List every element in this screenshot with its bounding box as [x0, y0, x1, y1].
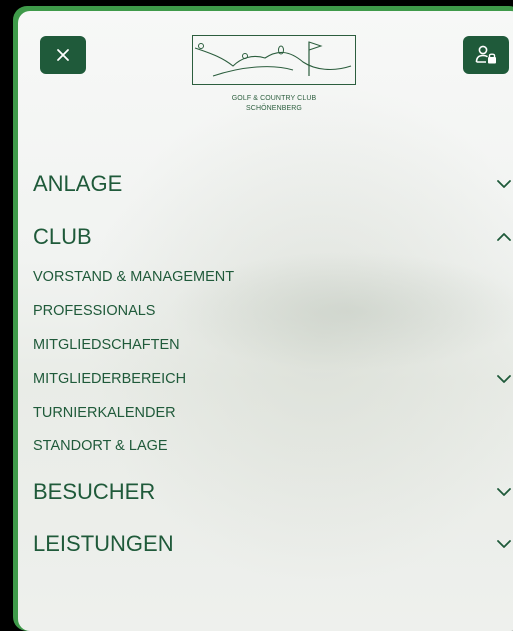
nav-item-besucher[interactable]: BESUCHER [33, 478, 513, 506]
chevron-down-icon[interactable] [495, 373, 513, 385]
chevron-down-icon[interactable] [495, 178, 513, 190]
nav-label: ANLAGE [33, 171, 123, 196]
logo-line-2: SCHÖNENBERG [246, 105, 302, 112]
chevron-down-icon[interactable] [495, 538, 513, 550]
logo-line-1: GOLF & COUNTRY CLUB [231, 95, 317, 102]
close-button[interactable] [40, 36, 86, 74]
nav-item-anlage[interactable]: ANLAGE [33, 170, 513, 198]
nav-sublabel: MITGLIEDERBEREICH [33, 371, 187, 387]
nav-subitem-mitgliedschaften[interactable]: MITGLIEDSCHAFTEN [33, 335, 513, 355]
nav-item-leistungen[interactable]: LEISTUNGEN [33, 530, 513, 558]
nav-sublabel: STANDORT & LAGE [33, 438, 168, 454]
nav-subitem-mitgliederbereich[interactable]: MITGLIEDERBEREICH [33, 369, 513, 389]
nav-item-club[interactable]: CLUB [33, 223, 513, 251]
menu-panel: GOLF & COUNTRY CLUB SCHÖNENBERG ANLAGE C… [18, 11, 513, 631]
nav-subitem-professionals[interactable]: PROFESSIONALS [33, 301, 513, 321]
logo-emblem [192, 35, 356, 85]
nav-subitem-vorstand[interactable]: VORSTAND & MANAGEMENT [33, 267, 513, 287]
nav-subitem-turnierkalender[interactable]: TURNIERKALENDER [33, 403, 513, 423]
nav-sublabel: VORSTAND & MANAGEMENT [33, 269, 235, 285]
chevron-down-icon[interactable] [495, 486, 513, 498]
golf-landscape-icon [194, 41, 352, 77]
nav-label: BESUCHER [33, 479, 156, 504]
close-icon [57, 49, 69, 61]
user-lock-icon [475, 45, 496, 64]
club-logo[interactable]: GOLF & COUNTRY CLUB SCHÖNENBERG [192, 35, 356, 125]
chevron-up-icon[interactable] [495, 231, 513, 243]
nav-sublabel: MITGLIEDSCHAFTEN [33, 337, 180, 353]
nav-label: CLUB [33, 224, 92, 249]
nav-subitem-standort[interactable]: STANDORT & LAGE [33, 436, 513, 456]
nav-label: LEISTUNGEN [33, 531, 174, 556]
member-login-button[interactable] [463, 36, 509, 74]
nav-sublabel: PROFESSIONALS [33, 303, 156, 319]
nav-sublabel: TURNIERKALENDER [33, 405, 176, 421]
